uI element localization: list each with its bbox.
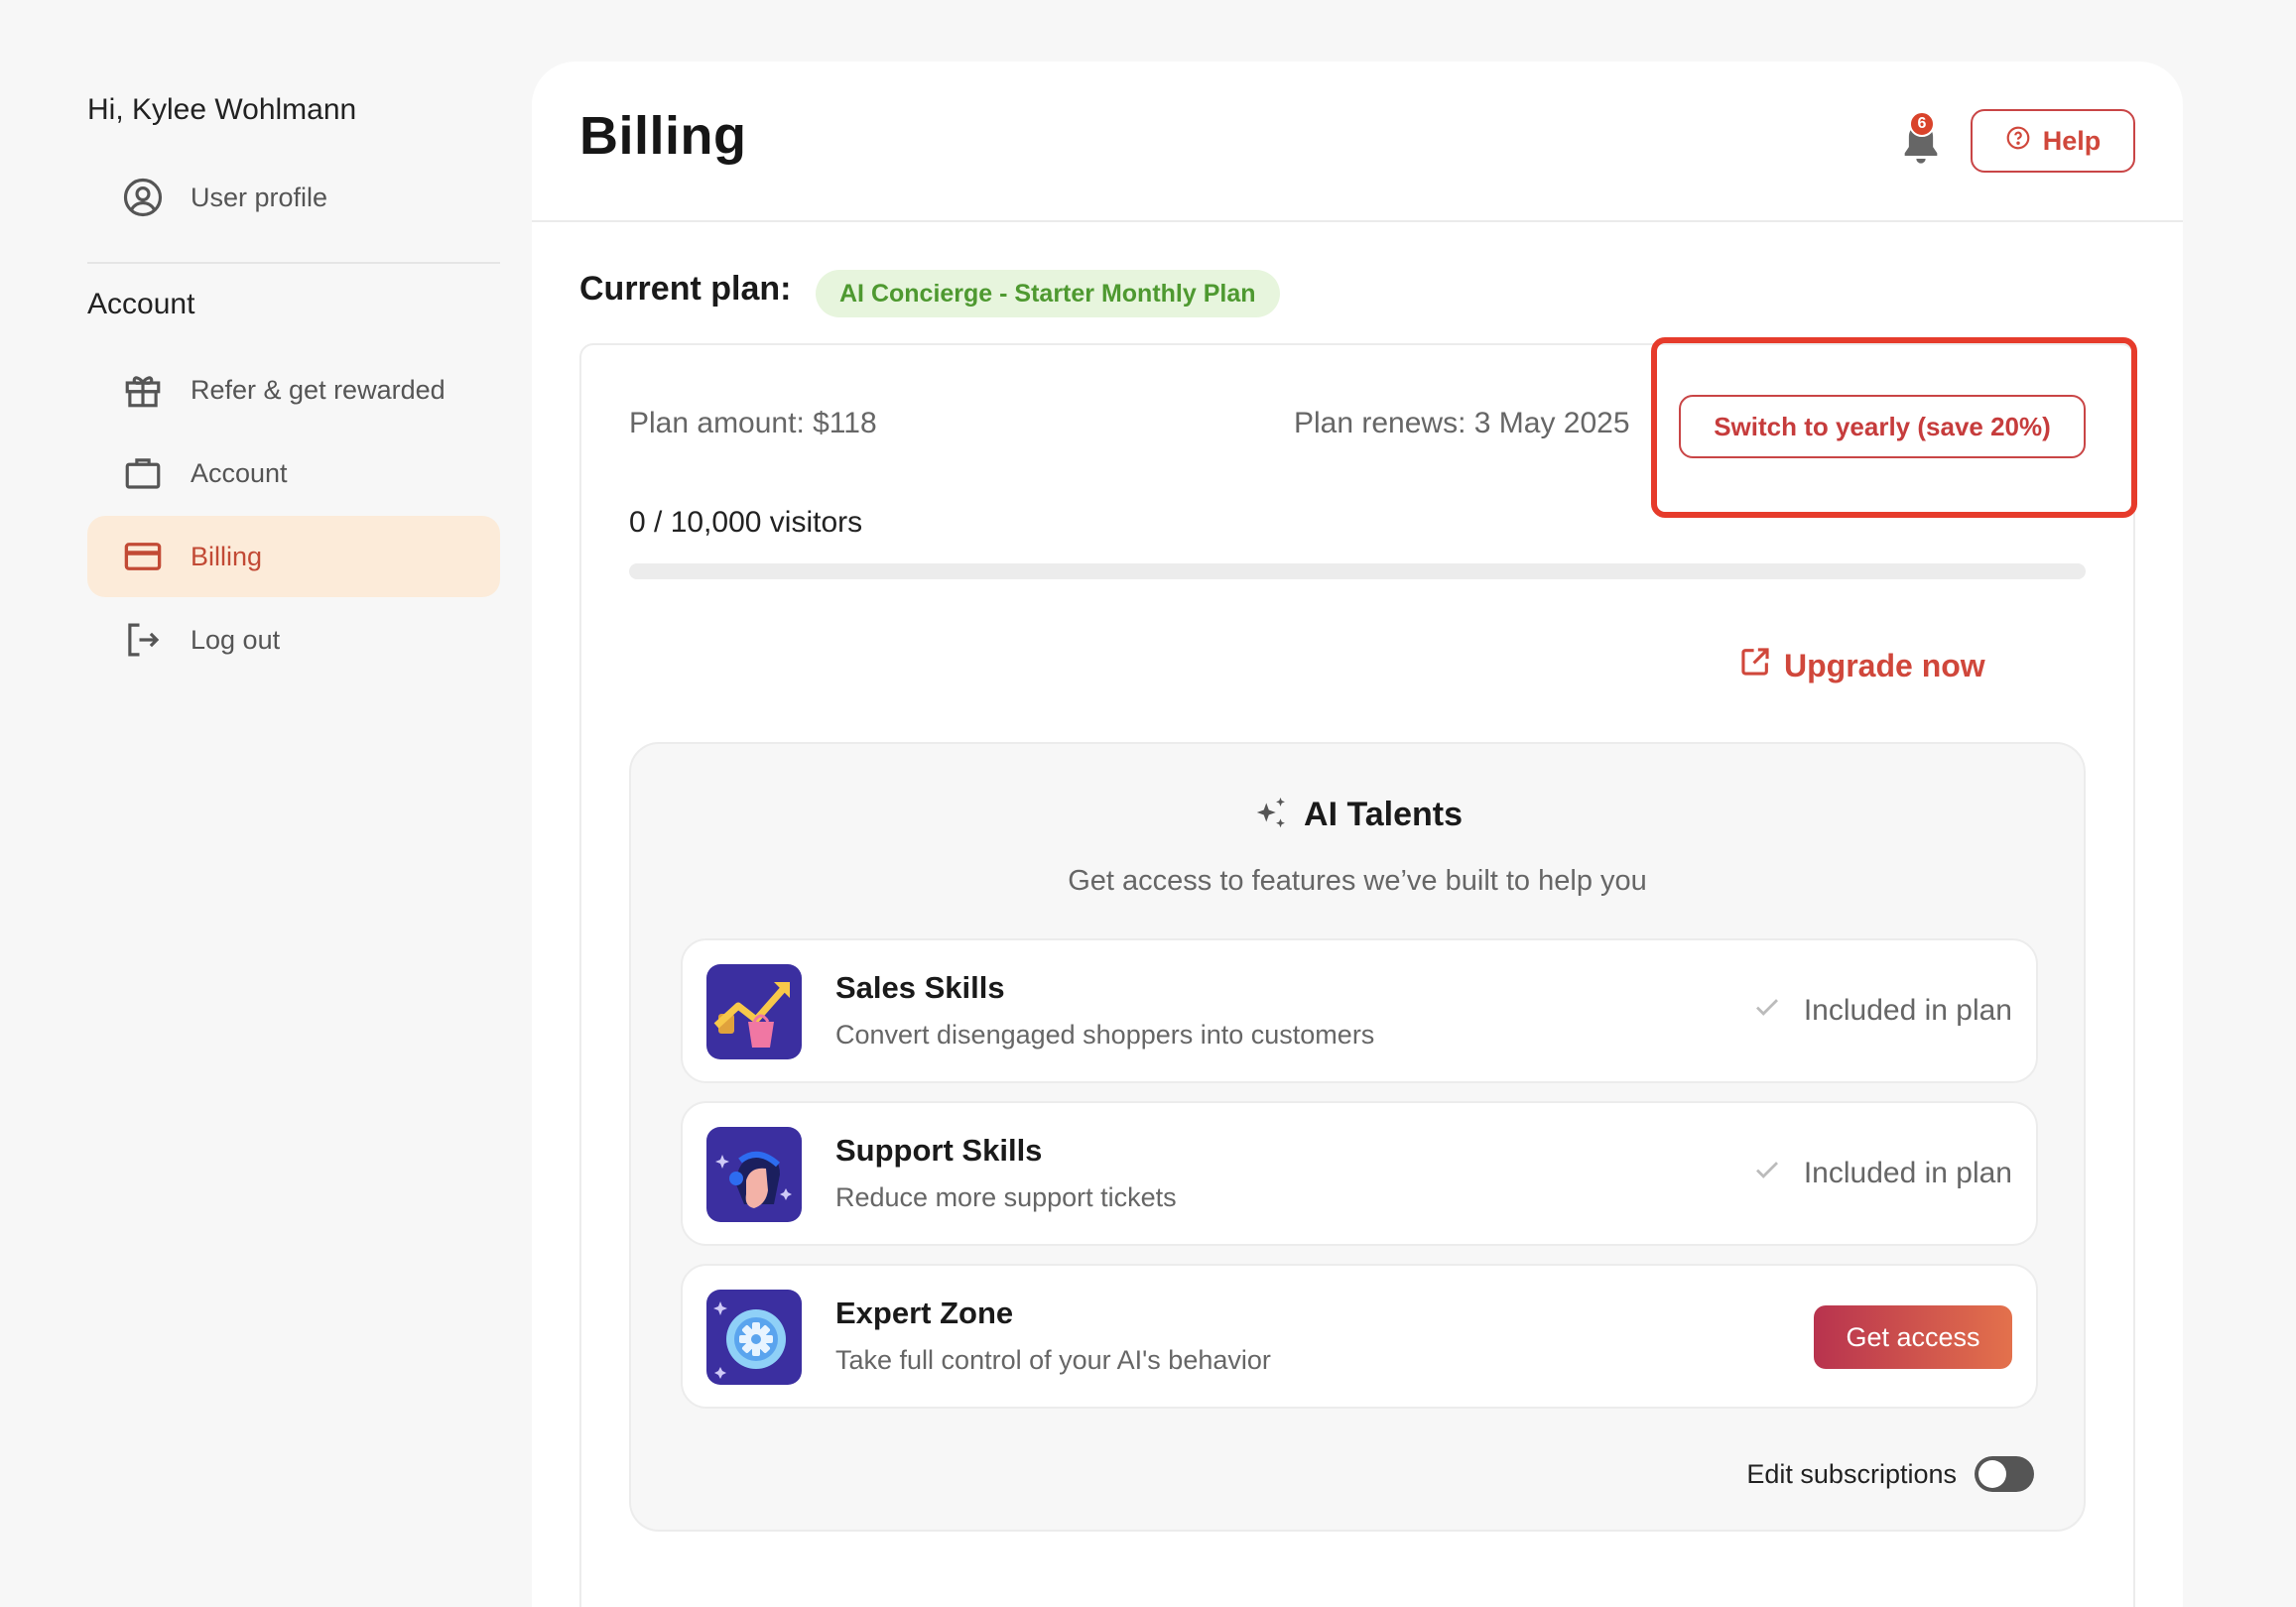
help-button[interactable]: Help [1971, 109, 2135, 173]
user-circle-icon [121, 176, 165, 219]
page-title: Billing [579, 106, 747, 166]
skill-title: Expert Zone [835, 1296, 1014, 1330]
included-status: Included in plan [1752, 1155, 2012, 1192]
credit-card-icon [121, 535, 165, 578]
sidebar-item-label: Log out [191, 624, 281, 655]
skill-card-sales: Sales Skills Convert disengaged shoppers… [681, 938, 2038, 1083]
current-plan-label: Current plan: [579, 270, 792, 308]
gift-icon [121, 368, 165, 412]
sidebar-item-label: User profile [191, 182, 328, 212]
included-label: Included in plan [1803, 1157, 2012, 1189]
skill-description: Take full control of your AI's behavior [835, 1345, 1271, 1375]
plan-renewal-date: Plan renews: 3 May 2025 [1294, 407, 1630, 439]
skill-title: Sales Skills [835, 970, 1005, 1005]
expert-zone-illustration [706, 1290, 802, 1385]
question-circle-icon [2005, 125, 2031, 158]
visitors-progress-bar [629, 563, 2086, 579]
check-icon [1752, 1155, 1782, 1192]
switch-to-yearly-button[interactable]: Switch to yearly (save 20%) [1679, 395, 2086, 458]
skill-card-support: Support Skills Reduce more support ticke… [681, 1101, 2038, 1246]
included-label: Included in plan [1803, 994, 2012, 1027]
sidebar-item-label: Billing [191, 541, 263, 571]
logout-icon [121, 618, 165, 662]
toggle-knob [1978, 1460, 2006, 1488]
edit-subscriptions-toggle[interactable] [1975, 1456, 2034, 1492]
briefcase-icon [121, 451, 165, 495]
get-access-button[interactable]: Get access [1814, 1305, 2012, 1369]
skill-title: Support Skills [835, 1133, 1043, 1168]
notification-count-badge: 6 [1909, 111, 1935, 137]
sidebar-section-title: Account [87, 288, 195, 320]
plan-name-badge: AI Concierge - Starter Monthly Plan [816, 270, 1280, 317]
included-status: Included in plan [1752, 992, 2012, 1030]
plan-amount: Plan amount: $118 [629, 407, 877, 439]
sidebar-item-label: Refer & get rewarded [191, 374, 446, 405]
skill-description: Reduce more support tickets [835, 1182, 1177, 1212]
header-divider [532, 220, 2183, 222]
ai-talents-subtitle: Get access to features we’ve built to he… [1068, 865, 1647, 897]
visitors-usage: 0 / 10,000 visitors [629, 506, 863, 539]
greeting: Hi, Kylee Wohlmann [87, 93, 357, 126]
sidebar-item-label: Account [191, 457, 288, 488]
help-label: Help [2042, 125, 2102, 156]
sparkles-icon [1252, 794, 1290, 836]
sidebar-item-account[interactable]: Account [87, 433, 500, 514]
sidebar-item-user-profile[interactable]: User profile [87, 157, 500, 238]
sidebar-divider [87, 262, 500, 264]
edit-subscriptions-control: Edit subscriptions [1746, 1456, 2034, 1492]
upgrade-now-label: Upgrade now [1784, 647, 1985, 683]
ai-talents-panel: AI Talents Get access to features we’ve … [629, 742, 2086, 1532]
upgrade-now-link[interactable]: Upgrade now [1738, 645, 1985, 686]
sidebar-item-billing[interactable]: Billing [87, 516, 500, 597]
sales-skills-illustration [706, 964, 802, 1059]
check-icon [1752, 992, 1782, 1030]
external-link-icon [1738, 645, 1772, 686]
plan-details-card: Plan amount: $118 Plan renews: 3 May 202… [579, 337, 2137, 1607]
sidebar-item-refer[interactable]: Refer & get rewarded [87, 349, 500, 431]
edit-subscriptions-label: Edit subscriptions [1746, 1458, 1957, 1489]
main-content: Billing 6 Help Current plan: AI Concierg… [532, 62, 2183, 1607]
ai-talents-title: AI Talents [1304, 796, 1463, 833]
skill-card-expert-zone: Expert Zone Take full control of your AI… [681, 1264, 2038, 1409]
sidebar-item-logout[interactable]: Log out [87, 599, 500, 680]
support-skills-illustration [706, 1127, 802, 1222]
skill-description: Convert disengaged shoppers into custome… [835, 1020, 1375, 1050]
